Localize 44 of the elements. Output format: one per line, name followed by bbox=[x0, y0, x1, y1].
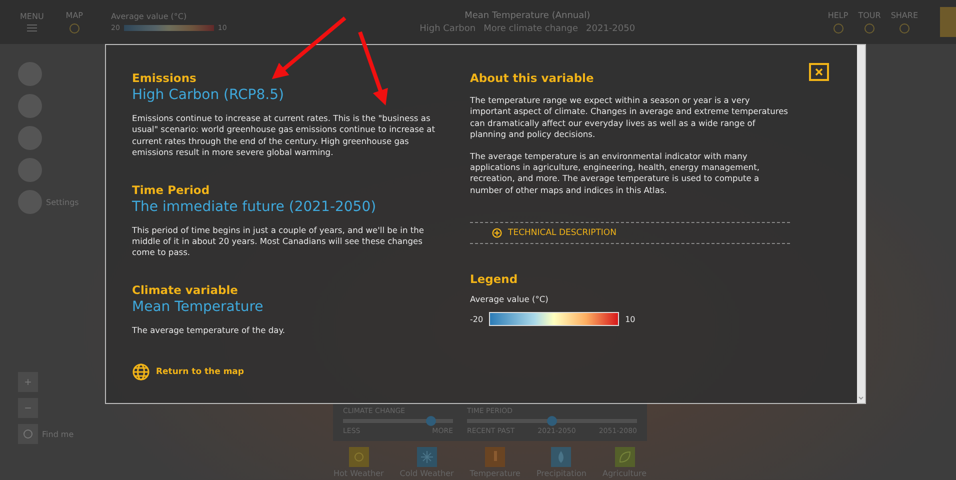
section-description: The average temperature of the day. bbox=[132, 324, 286, 336]
about-title: About this variable bbox=[470, 71, 595, 85]
section-value: The immediate future (2021-2050) bbox=[132, 198, 378, 215]
technical-description-link[interactable]: TECHNICAL DESCRIPTION bbox=[470, 223, 790, 244]
zoom-in-button[interactable]: + bbox=[18, 372, 38, 392]
plus-circle-icon bbox=[492, 228, 502, 238]
close-button[interactable] bbox=[809, 63, 829, 81]
close-icon bbox=[815, 68, 823, 76]
drop-icon bbox=[551, 447, 572, 467]
scenario-text: More climate change bbox=[484, 24, 578, 34]
header-label: SHARE bbox=[890, 10, 918, 20]
header-label: TOUR bbox=[858, 10, 881, 20]
section-label: Climate variable bbox=[132, 282, 239, 297]
legend-title: Average value (°C) bbox=[111, 12, 188, 21]
legend-unit: Average value (°C) bbox=[470, 294, 550, 304]
about-paragraph: The average temperature is an environmental indicator with many applications in agriculture, engineering, health, energy management, recreation, and more. The average temperature is used to compute a number of other maps and indices in this Atlas. bbox=[470, 150, 760, 196]
slider-thumb[interactable] bbox=[547, 416, 557, 426]
section-value: High Carbon (RCP8.5) bbox=[132, 87, 285, 103]
caret-icon[interactable] bbox=[858, 395, 864, 401]
section-description: This period of time begins in just a couple of years, and we'll be in the middle of it in about 20 years. Most Canadians will see these changes come to pass. bbox=[132, 224, 425, 259]
legend-min: -20 bbox=[470, 314, 484, 324]
header-tab[interactable] bbox=[940, 7, 956, 37]
leaf-icon bbox=[614, 447, 634, 467]
globe-icon bbox=[132, 363, 150, 381]
section-label: Time Period bbox=[132, 182, 211, 197]
section-description: Emissions continue to increase at current rates. This is the "business as usual" scenario: world greenhouse gas emissions continue to increase at current rates through the end of the century. High greenhouse gas emissions result in more severe global warming. bbox=[132, 113, 436, 159]
scenario-text: 2021-2050 bbox=[586, 24, 636, 34]
map-title: Mean Temperature (Annual) bbox=[464, 10, 590, 20]
legend-max: 10 bbox=[625, 314, 636, 324]
legend-heading: Legend bbox=[470, 272, 519, 286]
menu-label: MENU bbox=[20, 12, 44, 21]
zoom-out-button[interactable]: − bbox=[18, 398, 38, 418]
scrollbar[interactable] bbox=[857, 45, 865, 403]
header-label: HELP bbox=[828, 10, 848, 20]
snowflake-icon bbox=[416, 447, 437, 467]
return-to-map-link[interactable]: Return to the map bbox=[132, 363, 444, 381]
scenario-text: High Carbon bbox=[420, 24, 476, 34]
thermometer-icon bbox=[485, 447, 506, 467]
section-value: Mean Temperature bbox=[132, 298, 264, 315]
slider-thumb[interactable] bbox=[426, 416, 436, 426]
about-paragraph: The temperature range we expect within a season or year is a very important aspect of climate. Changes in average and extreme temperatures can dramatically affect our everyday lives as well as a wide range of planning and policy decisions. bbox=[470, 95, 789, 141]
menu-icon[interactable] bbox=[26, 24, 37, 32]
section-label: Emissions bbox=[132, 71, 198, 85]
map-label: MAP bbox=[66, 10, 83, 20]
